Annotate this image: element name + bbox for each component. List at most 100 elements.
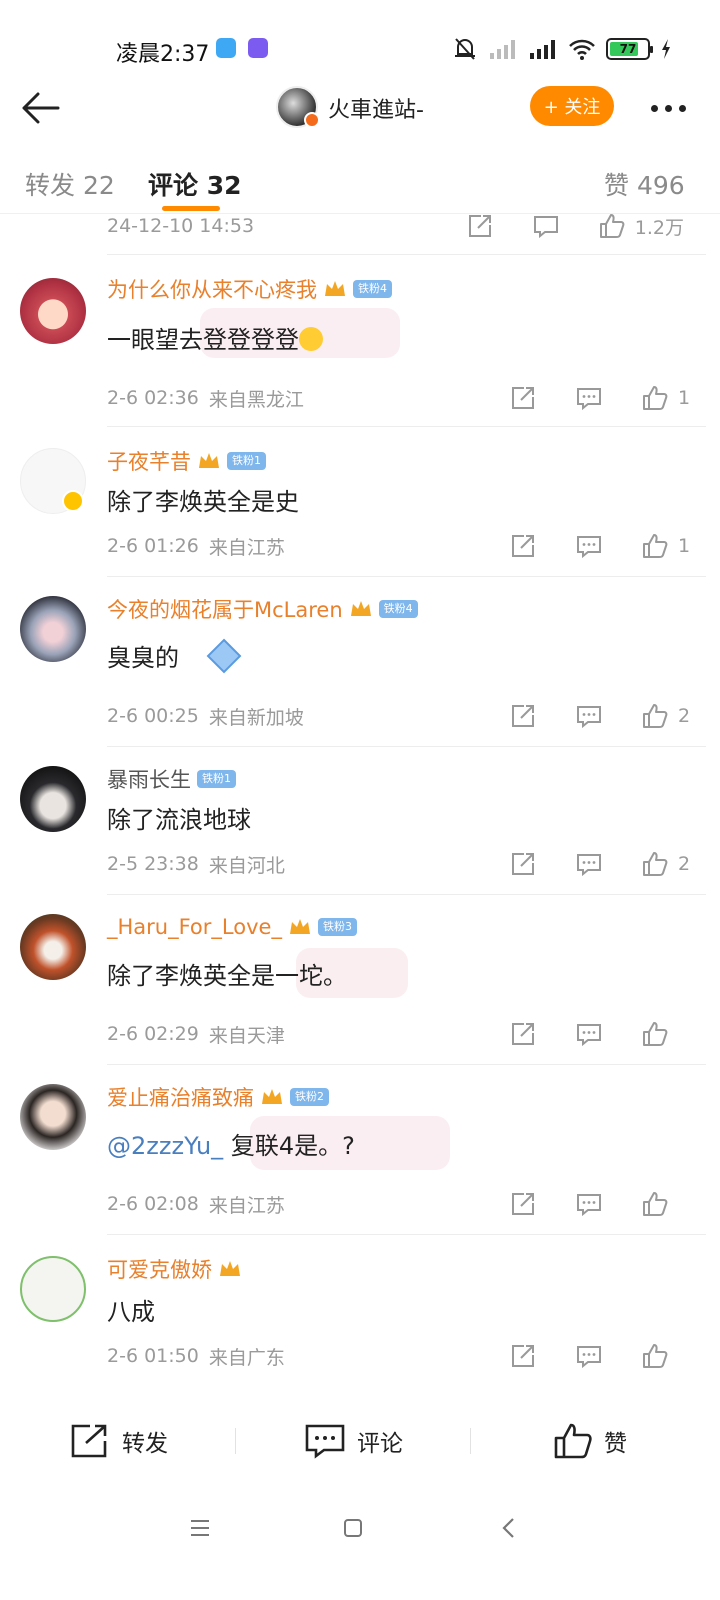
reply-icon[interactable] <box>574 1341 604 1371</box>
comment-location: 来自河北 <box>208 854 285 877</box>
share-icon[interactable] <box>508 1019 538 1049</box>
comment-meta-row: 2-5 23:38 来自河北 2 <box>107 848 700 880</box>
comment-username[interactable]: 子夜芊昔 <box>107 446 191 476</box>
tab-likes[interactable]: 赞 496 <box>604 166 685 202</box>
like-icon[interactable] <box>640 1019 670 1049</box>
like-icon[interactable] <box>597 214 627 241</box>
share-icon[interactable] <box>508 531 538 561</box>
back-chevron-icon[interactable] <box>478 1508 538 1548</box>
fan-badge: 铁粉4 <box>353 280 392 298</box>
app-badge-blue-icon <box>216 38 236 58</box>
user-avatar[interactable] <box>20 1084 86 1150</box>
comment-username[interactable]: 今夜的烟花属于McLaren <box>107 594 343 624</box>
like-icon[interactable] <box>640 1189 670 1219</box>
tab-active-indicator <box>162 206 220 211</box>
crown-icon <box>289 919 310 934</box>
tab-reposts[interactable]: 转发 22 <box>25 166 115 202</box>
status-bar: 凌晨2:37 77 <box>0 0 720 80</box>
like-count: 1 <box>678 387 691 409</box>
user-avatar[interactable] <box>20 596 86 662</box>
comment-item: 爱止痛治痛致痛 铁粉2 @2zzzYu_ 复联4是。? 2-6 02:08 来自… <box>0 1082 720 1232</box>
user-avatar[interactable] <box>20 766 86 832</box>
more-dots-icon[interactable] <box>640 84 696 132</box>
signal-weak-icon <box>490 40 515 59</box>
comment-item: 暴雨长生 铁粉1 除了流浪地球 2-5 23:38 来自河北 2 <box>0 764 720 884</box>
reply-icon[interactable] <box>574 383 604 413</box>
crown-icon <box>325 281 345 296</box>
comment-list[interactable]: 24-12-10 14:53 1.2万 为什么你从来不心疼我 铁粉4 一眼望去登… <box>0 214 720 1382</box>
comment-location: 来自黑龙江 <box>208 388 304 411</box>
comment-text: @2zzzYu_ 复联4是。? <box>107 1132 355 1160</box>
repost-label: 转发 <box>122 1431 168 1457</box>
divider <box>107 894 706 895</box>
comment-icon <box>305 1424 345 1459</box>
comment-button[interactable]: 评论 <box>305 1416 403 1466</box>
comment-location: 来自广东 <box>208 1346 285 1369</box>
comment-location: 来自江苏 <box>208 1194 285 1217</box>
share-icon[interactable] <box>508 383 538 413</box>
comment-username[interactable]: 爱止痛治痛致痛 <box>107 1082 254 1112</box>
back-button[interactable] <box>16 84 64 132</box>
like-label: 赞 <box>604 1431 627 1457</box>
comment-time: 2-5 23:38 <box>107 853 199 875</box>
tab-comments[interactable]: 评论 32 <box>148 166 242 202</box>
system-nav-bar <box>0 1490 720 1600</box>
reply-icon[interactable] <box>574 1189 604 1219</box>
user-avatar[interactable] <box>20 914 86 980</box>
fan-badge: 铁粉3 <box>317 918 357 936</box>
diamond-sticker-icon <box>206 638 242 674</box>
shield-app-icon <box>248 38 268 58</box>
share-icon[interactable] <box>508 1189 538 1219</box>
like-icon[interactable] <box>640 383 670 413</box>
share-icon[interactable] <box>508 849 538 879</box>
reply-icon[interactable] <box>574 531 604 561</box>
like-icon[interactable] <box>640 701 670 731</box>
repost-button[interactable]: 转发 <box>70 1416 168 1466</box>
menu-icon[interactable] <box>170 1508 230 1548</box>
comment-item: 可爱克傲娇 八成 2-6 01:50 来自广东 <box>0 1254 720 1378</box>
silent-bell-icon <box>455 38 475 60</box>
comment-item: 为什么你从来不心疼我 铁粉4 一眼望去登登登登 2-6 02:36 来自黑龙江 … <box>0 274 720 424</box>
comment-item: _Haru_For_Love_ 铁粉3 除了李焕英全是一坨。 2-6 02:29… <box>0 912 720 1062</box>
like-icon[interactable] <box>640 531 670 561</box>
comment-username[interactable]: 为什么你从来不心疼我 <box>107 274 317 304</box>
comment-meta-row: 24-12-10 14:53 1.2万 <box>107 214 700 242</box>
reply-icon[interactable] <box>574 1019 604 1049</box>
bottom-action-bar: 转发 评论 赞 <box>0 1396 720 1486</box>
comment-username[interactable]: _Haru_For_Love_ <box>107 915 282 939</box>
verified-badge-icon <box>62 490 84 512</box>
comment-location: 来自新加坡 <box>208 706 304 729</box>
divider <box>107 576 706 577</box>
reply-icon[interactable] <box>574 849 604 879</box>
share-icon[interactable] <box>508 701 538 731</box>
comment-item: 今夜的烟花属于McLaren 铁粉4 臭臭的 2-6 00:25 来自新加坡 2 <box>0 594 720 744</box>
fan-badge: 铁粉1 <box>197 770 236 788</box>
share-icon[interactable] <box>465 214 495 241</box>
divider <box>235 1428 236 1454</box>
share-icon[interactable] <box>508 1341 538 1371</box>
comment-username[interactable]: 暴雨长生 <box>107 764 191 794</box>
battery-icon: 77 <box>606 38 653 60</box>
like-button[interactable]: 赞 <box>554 1416 627 1466</box>
post-header: 火車進站- + 关注 <box>0 80 720 140</box>
mention-link[interactable]: @2zzzYu_ <box>107 1132 223 1160</box>
like-icon[interactable] <box>640 1341 670 1371</box>
reply-icon[interactable] <box>531 214 561 241</box>
follow-button[interactable]: + 关注 <box>530 86 614 126</box>
reply-icon[interactable] <box>574 701 604 731</box>
fan-badge: 铁粉1 <box>227 452 266 470</box>
divider <box>107 1234 706 1235</box>
like-icon[interactable] <box>640 849 670 879</box>
wifi-icon <box>569 39 595 60</box>
comment-username[interactable]: 可爱克傲娇 <box>107 1254 212 1284</box>
comment-label: 评论 <box>357 1431 403 1457</box>
verified-badge-icon <box>304 112 320 128</box>
comment-time: 24-12-10 14:53 <box>107 215 255 237</box>
comment-meta-row: 2-6 02:08 来自江苏 <box>107 1188 700 1220</box>
fan-badge: 铁粉2 <box>290 1088 329 1106</box>
crown-icon <box>199 453 219 468</box>
poster-name[interactable]: 火車進站- <box>328 92 424 124</box>
user-avatar[interactable] <box>20 1256 86 1322</box>
user-avatar[interactable] <box>20 278 86 344</box>
home-square-icon[interactable] <box>323 1508 383 1548</box>
